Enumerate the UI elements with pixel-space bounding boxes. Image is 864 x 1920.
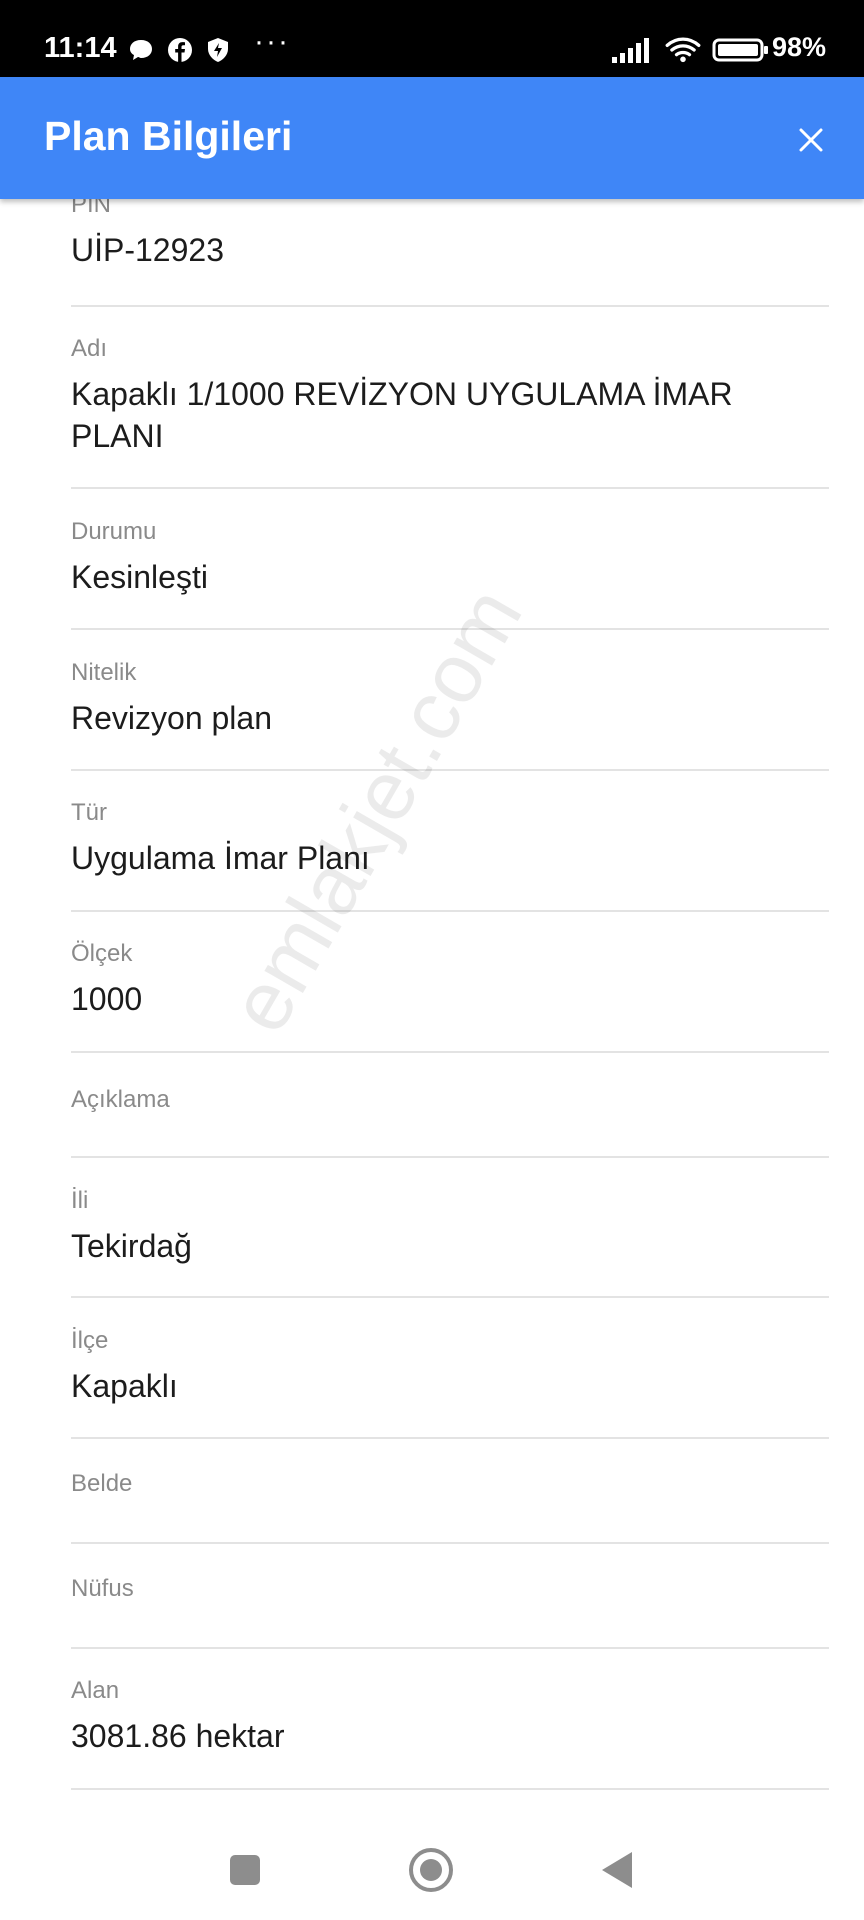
- app-bar: Plan Bilgileri: [0, 77, 864, 199]
- field-label: Alan: [71, 1677, 120, 1704]
- field-value: Kesinleşti: [71, 559, 208, 595]
- home-button[interactable]: [407, 1846, 455, 1894]
- battery-percent: 98%: [772, 32, 827, 62]
- field-value: Kapaklı: [71, 1368, 178, 1404]
- list-item: İli Tekirdağ: [71, 1187, 829, 1267]
- list-item: İlçe Kapaklı: [71, 1327, 829, 1407]
- divider: [71, 910, 829, 912]
- close-icon[interactable]: [794, 123, 828, 157]
- divider: [71, 1296, 829, 1298]
- more-indicator: ···: [254, 25, 290, 58]
- field-value: Tekirdağ: [71, 1228, 192, 1264]
- chat-bubble-icon: [130, 40, 152, 60]
- field-label: PIN: [71, 199, 112, 218]
- list-item: Nüfus: [71, 1575, 829, 1613]
- divider: [71, 1788, 829, 1790]
- signal-icon: [612, 38, 649, 63]
- divider: [71, 1542, 829, 1544]
- back-button[interactable]: [600, 1850, 634, 1890]
- list-item: Durumu Kesinleşti: [71, 518, 829, 598]
- page-title: Plan Bilgileri: [44, 113, 293, 159]
- field-label: Nüfus: [71, 1575, 134, 1602]
- recents-button[interactable]: [228, 1853, 262, 1887]
- navigation-bar: [0, 1800, 864, 1920]
- list-item: Belde: [71, 1470, 829, 1508]
- field-label: Belde: [71, 1470, 133, 1497]
- field-label: Ölçek: [71, 940, 133, 967]
- divider: [71, 1437, 829, 1439]
- field-label: Durumu: [71, 518, 157, 545]
- field-label: İli: [71, 1187, 89, 1214]
- field-value: 1000: [71, 981, 143, 1017]
- field-label: Nitelik: [71, 659, 137, 686]
- field-label: Tür: [71, 799, 107, 826]
- list-item: Tür Uygulama İmar Planı: [71, 799, 829, 879]
- field-value: 3081.86 hektar: [71, 1718, 285, 1754]
- divider: [71, 487, 829, 489]
- divider: [71, 305, 829, 307]
- list-item: Ölçek 1000: [71, 940, 829, 1020]
- field-value: UİP-12923: [71, 232, 224, 268]
- divider: [71, 1156, 829, 1158]
- list-item: PIN UİP-12923: [71, 199, 829, 271]
- field-label: Adı: [71, 335, 108, 362]
- field-label: İlçe: [71, 1327, 109, 1354]
- divider: [71, 628, 829, 630]
- divider: [71, 1647, 829, 1649]
- field-value: Kapaklı 1/1000 REVİZYON UYGULAMA İMAR PL…: [71, 376, 733, 454]
- wifi-icon: [665, 37, 701, 63]
- shield-icon: [208, 38, 228, 62]
- battery-icon: [712, 38, 768, 62]
- field-value: Uygulama İmar Planı: [71, 840, 370, 876]
- field-value: Revizyon plan: [71, 700, 272, 736]
- list-item: Adı Kapaklı 1/1000 REVİZYON UYGULAMA İMA…: [71, 335, 829, 457]
- list-item: Açıklama: [71, 1086, 829, 1124]
- facebook-icon: [168, 38, 192, 62]
- field-label: Açıklama: [71, 1086, 170, 1113]
- list-item: Nitelik Revizyon plan: [71, 659, 829, 739]
- list-item: Alan 3081.86 hektar: [71, 1677, 829, 1757]
- plan-details-list[interactable]: PIN UİP-12923 Adı Kapaklı 1/1000 REVİZYO…: [0, 199, 864, 1799]
- status-time: 11:14: [44, 32, 117, 64]
- divider: [71, 1051, 829, 1053]
- divider: [71, 769, 829, 771]
- status-bar: 11:14 ··· 98%: [0, 0, 864, 77]
